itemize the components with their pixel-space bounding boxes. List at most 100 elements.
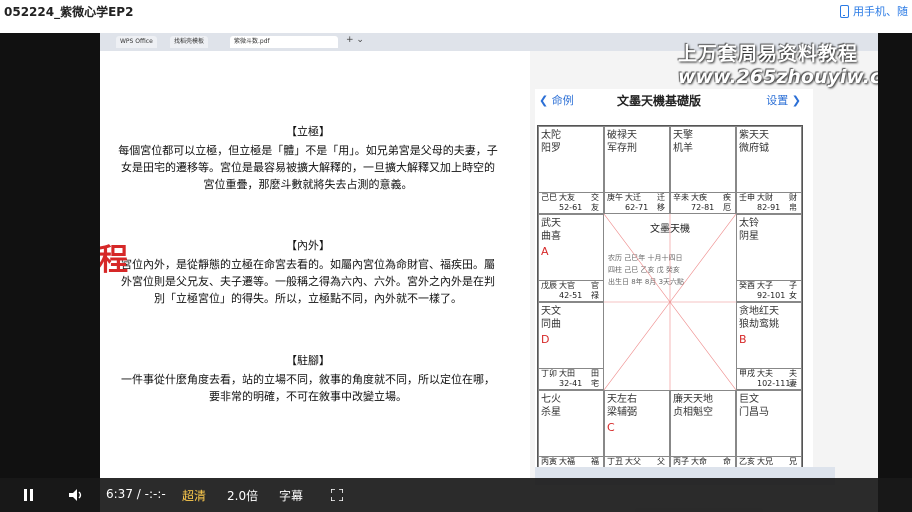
palace-name: 大命 [691, 457, 707, 466]
palace-name: 大友 [559, 193, 575, 202]
palace-type: 官禄 [591, 281, 599, 300]
palace-stars: 巨文 门昌马 [739, 394, 769, 418]
mobile-link[interactable]: 用手机、随 [840, 3, 908, 19]
palace-branch: 癸酉 [739, 281, 755, 290]
section-body: 宮位內外，是從靜態的立極在命宮去看的。如屬內宮位為命財官、福疾田。屬外宮位則是父… [121, 258, 495, 305]
player-controls: 6:37 / -:-:- 超清 2.0倍 字幕 [0, 478, 912, 512]
palace-branch: 甲戌 [739, 369, 755, 378]
phone-icon [840, 4, 849, 18]
palace-branch: 丙寅 [541, 457, 557, 466]
palace-stars: 廉天天地 贞相魁空 [673, 394, 713, 418]
mark-b: B [739, 333, 747, 346]
fullscreen-icon[interactable] [331, 489, 343, 501]
palace-stars: 天左右 梁辅弼 [607, 394, 637, 418]
chart-grid: 太陀 阳罗 己巳 大友 52-61 交友 破禄天 军存刑 庚午 大迁 62-71… [537, 125, 803, 479]
watermark-line1: 上万套周易资料教程 [678, 43, 859, 65]
video-header: 052224_紫微心学EP2 用手机、随 [0, 0, 912, 22]
speed-button[interactable]: 2.0倍 [227, 487, 258, 504]
browser-tab-pdf: 紫微斗数.pdf [230, 36, 338, 48]
palace-type: 田宅 [591, 369, 599, 388]
app-title: 文墨天機基礎版 [617, 94, 702, 108]
palace-chen[interactable]: 武天 曲喜 A 戊辰 大官 42-51 官禄 [538, 214, 604, 302]
palace-box: 癸酉 大子 92-101 子女 [737, 280, 801, 301]
new-tab-button: + ⌄ [346, 35, 364, 45]
palace-name: 大兄 [757, 457, 773, 466]
browser-tab-template: 找稻壳模板 [170, 36, 209, 48]
section-heading: 【立極】 [286, 125, 330, 138]
palace-branch: 丁丑 [607, 457, 623, 466]
section-neiwai: 【內外】 宮位內外，是從靜態的立極在命宮去看的。如屬內宮位為命財官、福疾田。屬外… [118, 237, 498, 307]
palace-branch: 丙子 [673, 457, 689, 466]
palace-name: 大夫 [757, 369, 773, 378]
palace-box: 辛未 大疾 72-81 疾厄 [671, 192, 735, 213]
quality-button[interactable]: 超清 [182, 487, 206, 504]
video-title: 052224_紫微心学EP2 [4, 5, 134, 19]
app-header: ❮ 命例 文墨天機基礎版 设置 ❯ [535, 89, 813, 109]
back-button[interactable]: ❮ 命例 [539, 92, 574, 108]
chart-center: 文墨天機 农历 己巳年 十月十四日 四柱 己巳 乙亥 戊 癸亥 出生日 8年 8… [604, 214, 736, 390]
palace-type: 迁移 [657, 193, 665, 212]
palace-ages: 42-51 [559, 291, 583, 300]
palace-ages: 52-61 [559, 203, 583, 212]
section-heading: 【內外】 [286, 239, 330, 252]
volume-icon[interactable] [68, 488, 84, 502]
center-lines-drawing [604, 214, 736, 390]
palace-si[interactable]: 太陀 阳罗 己巳 大友 52-61 交友 [538, 126, 604, 214]
ziwei-app: ❮ 命例 文墨天機基礎版 设置 ❯ 太陀 阳罗 己巳 大友 52-61 交友 破… [535, 89, 813, 504]
palace-stars: 天擎 机羊 [673, 130, 693, 154]
mark-a: A [541, 245, 549, 258]
palace-branch: 丁卯 [541, 369, 557, 378]
section-body: 一件事從什麼角度去看，站的立場不同，敘事的角度就不同，所以定位在哪，要非常的明確… [121, 373, 495, 403]
palace-hai[interactable]: 巨文 门昌马 乙亥 大兄 112-121 兄弟 [736, 390, 802, 478]
palace-name: 大疾 [691, 193, 707, 202]
palace-branch: 戊辰 [541, 281, 557, 290]
subtitle-button[interactable]: 字幕 [279, 487, 303, 504]
palace-type: 财帛 [789, 193, 797, 212]
section-body: 每個宮位都可以立極，但立極是「體」不是「用」。如兄弟宮是父母的夫妻，子女是田宅的… [118, 144, 498, 191]
palace-ages: 72-81 [691, 203, 715, 212]
palace-xu[interactable]: 贪地红天 狼劫鸾姚 B 甲戌 大夫 102-111 夫妻 [736, 302, 802, 390]
palace-stars: 天文 同曲 [541, 306, 561, 330]
palace-zi[interactable]: 廉天天地 贞相魁空 丙子 大命 2-11 命宫 [670, 390, 736, 478]
palace-stars: 武天 曲喜 [541, 218, 561, 242]
palace-wu[interactable]: 破禄天 军存刑 庚午 大迁 62-71 迁移 [604, 126, 670, 214]
palace-stars: 七火 杀星 [541, 394, 561, 418]
section-heading: 【駐腳】 [286, 354, 330, 367]
palace-stars: 贪地红天 狼劫鸾姚 [739, 306, 779, 330]
palace-name: 大父 [625, 457, 641, 466]
back-label: 命例 [551, 94, 574, 107]
palace-wei[interactable]: 天擎 机羊 辛未 大疾 72-81 疾厄 [670, 126, 736, 214]
palace-ages: 92-101 [757, 291, 786, 300]
palace-branch: 壬申 [739, 193, 755, 202]
settings-label: 设置 [766, 94, 789, 107]
pdf-document: 【立極】 每個宮位都可以立極，但立極是「體」不是「用」。如兄弟宮是父母的夫妻，子… [100, 51, 530, 512]
mobile-link-label: 用手机、随 [853, 5, 908, 18]
section-zhujiao: 【駐腳】 一件事從什麼角度去看，站的立場不同，敘事的角度就不同，所以定位在哪，要… [118, 352, 498, 405]
palace-name: 大子 [757, 281, 773, 290]
palace-stars: 破禄天 军存刑 [607, 130, 637, 154]
palace-ages: 82-91 [757, 203, 781, 212]
palace-you[interactable]: 太铃 阴星 癸酉 大子 92-101 子女 [736, 214, 802, 302]
pause-button[interactable] [24, 489, 34, 501]
palace-stars: 紫天天 微府钺 [739, 130, 769, 154]
palace-box: 壬申 大财 82-91 财帛 [737, 192, 801, 213]
palace-box: 丁卯 大田 32-41 田宅 [539, 368, 603, 389]
palace-chou[interactable]: 天左右 梁辅弼 C 丁丑 大父 12-21 父母 [604, 390, 670, 478]
brand-watermark: 九易教程 [100, 243, 129, 278]
palace-mao[interactable]: 天文 同曲 D 丁卯 大田 32-41 田宅 [538, 302, 604, 390]
palace-ages: 32-41 [559, 379, 583, 388]
settings-button[interactable]: 设置 ❯ [766, 92, 801, 108]
browser-tab-wps: WPS Office [116, 36, 157, 48]
palace-stars: 太铃 阴星 [739, 218, 759, 242]
palace-box: 庚午 大迁 62-71 迁移 [605, 192, 669, 213]
palace-shen[interactable]: 紫天天 微府钺 壬申 大财 82-91 财帛 [736, 126, 802, 214]
watermark-line2: www.265zhouyiw.com [678, 66, 878, 88]
palace-type: 夫妻 [789, 369, 797, 388]
palace-name: 大田 [559, 369, 575, 378]
palace-yin[interactable]: 七火 杀星 丙寅 大福 22-31 福德 [538, 390, 604, 478]
palace-ages: 102-111 [757, 379, 791, 388]
video-screen: WPS Office 找稻壳模板 紫微斗数.pdf + ⌄ 【立極】 每個宮位都… [100, 33, 878, 512]
video-player[interactable]: WPS Office 找稻壳模板 紫微斗数.pdf + ⌄ 【立極】 每個宮位都… [0, 33, 912, 512]
palace-name: 大财 [757, 193, 773, 202]
time-display: 6:37 / -:-:- [106, 487, 166, 501]
